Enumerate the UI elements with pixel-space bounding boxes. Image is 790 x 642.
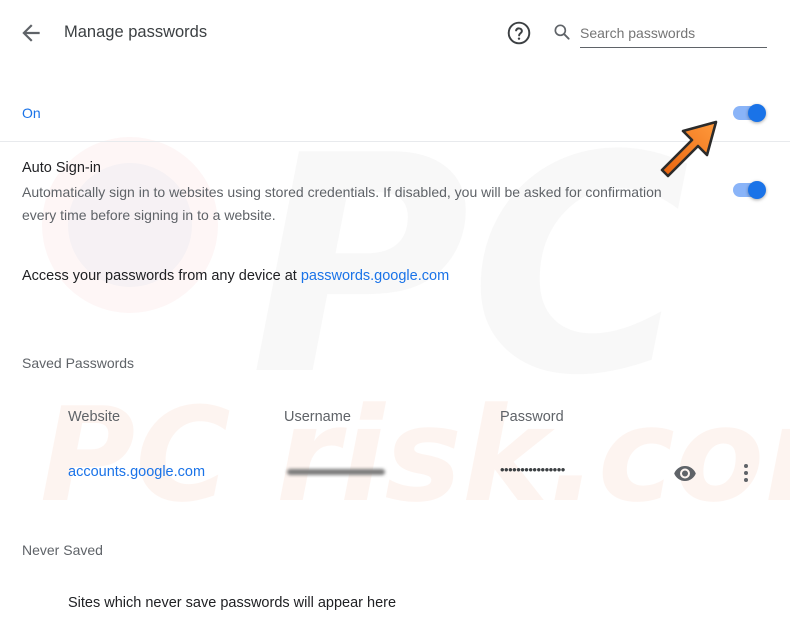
save-passwords-toggle[interactable]: [731, 101, 767, 125]
passwords-google-link[interactable]: passwords.google.com: [301, 268, 449, 284]
auto-signin-title: Auto Sign-in: [22, 160, 101, 176]
never-saved-empty-text: Sites which never save passwords will ap…: [68, 595, 397, 611]
auto-signin-toggle[interactable]: [731, 178, 767, 202]
toggle-knob: [748, 104, 766, 122]
never-saved-heading: Never Saved: [22, 542, 103, 558]
annotation-arrow-icon: [660, 120, 718, 178]
more-vertical-icon[interactable]: [734, 461, 758, 485]
column-header-website: Website: [68, 409, 121, 425]
svg-text:PC: PC: [250, 92, 690, 441]
access-passwords-text: Access your passwords from any device at…: [22, 268, 449, 284]
help-icon[interactable]: [506, 20, 532, 46]
back-arrow-icon[interactable]: [18, 20, 44, 46]
save-passwords-status-label: On: [22, 105, 41, 121]
saved-password-website-link[interactable]: accounts.google.com: [68, 464, 205, 480]
svg-text:PC risk.com: PC risk.com: [40, 379, 790, 531]
access-passwords-label: Access your passwords from any device at: [22, 268, 301, 284]
search-icon: [554, 24, 570, 40]
saved-password-mask: ••••••••••••••••: [500, 462, 565, 477]
page-title: Manage passwords: [64, 23, 208, 41]
column-header-password: Password: [500, 409, 564, 425]
search-input[interactable]: [580, 19, 767, 47]
auto-signin-description: Automatically sign in to websites using …: [22, 184, 662, 223]
redacted-username: [287, 469, 385, 475]
column-header-username: Username: [284, 409, 351, 425]
search-field[interactable]: [580, 19, 767, 48]
toggle-knob: [748, 181, 766, 199]
saved-passwords-heading: Saved Passwords: [22, 355, 135, 371]
watermark-logo: PC PC risk.com: [40, 92, 790, 531]
eye-icon[interactable]: [672, 461, 698, 485]
